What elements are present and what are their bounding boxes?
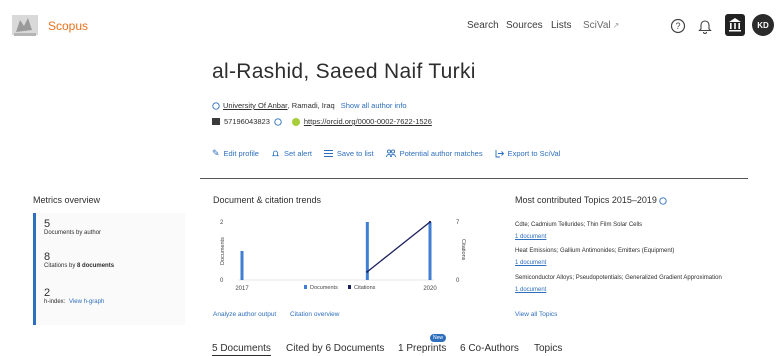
tab-preprints[interactable]: 1 Preprints — [398, 343, 446, 354]
edit-profile-button[interactable]: ✎ Edit profile — [212, 148, 259, 159]
tab-documents[interactable]: 5 Documents — [212, 343, 271, 356]
nav-search[interactable]: Search — [467, 20, 499, 31]
topic-item-name: Cdte; Cadmium Tellurides; Thin Film Sola… — [515, 222, 643, 228]
export-icon — [495, 150, 504, 158]
h-index-value: 2 — [44, 287, 51, 299]
citations-doc-count: 8 — [77, 263, 81, 269]
citations-count-label: Citations by 8 documents — [44, 263, 114, 269]
metrics-panel: 5 Documents by author 8 Citations by 8 d… — [33, 213, 185, 325]
y-right-tick-label: 7 — [456, 220, 460, 226]
institution-small-icon — [212, 101, 220, 110]
bell-icon[interactable] — [696, 17, 714, 35]
citations-point — [428, 220, 432, 224]
documents-count: 5 — [44, 218, 51, 230]
affiliation-location: , Ramadi, Iraq — [287, 101, 335, 110]
citations-count: 8 — [44, 251, 51, 263]
tab-topics[interactable]: Topics — [534, 343, 562, 354]
svg-text:?: ? — [675, 21, 680, 31]
legend-citations-label: Citations — [354, 285, 376, 291]
citations-label-text: Citations by — [44, 263, 76, 269]
institution-icon[interactable] — [725, 14, 745, 36]
set-alert-button[interactable]: Set alert — [271, 148, 312, 159]
y-left-tick-label: 2 — [220, 220, 224, 226]
y-left-tick-label: 0 — [220, 278, 224, 284]
h-index-row: h-index: View h-graph — [44, 299, 104, 305]
h-index-label: h-index: — [44, 299, 66, 305]
people-icon — [385, 149, 396, 158]
y-right-tick-label: 0 — [456, 278, 460, 284]
new-badge: New — [430, 334, 447, 342]
orcid-link[interactable]: https://orcid.org/0000-0002-7622-1526 — [304, 117, 432, 126]
legend-documents-label: Documents — [310, 285, 338, 291]
orcid-icon — [291, 117, 300, 126]
nav-scival[interactable]: SciVal ↗ — [583, 20, 619, 31]
nav-sources[interactable]: Sources — [506, 20, 543, 31]
affiliation-row: University Of Anbar , Ramadi, Iraq Show … — [212, 101, 407, 110]
y-right-axis-title: Citations — [460, 239, 466, 261]
x-tick-label: 2020 — [423, 286, 437, 292]
citations-line — [366, 220, 432, 273]
tab-cited-by[interactable]: Cited by 6 Documents — [286, 343, 384, 354]
elsevier-logo-icon[interactable] — [10, 12, 40, 38]
chart-title: Document & citation trends — [213, 195, 322, 205]
info-icon[interactable] — [274, 117, 282, 126]
x-tick-label: 2017 — [235, 286, 249, 292]
nav-lists[interactable]: Lists — [551, 20, 572, 31]
documents-bar — [240, 251, 244, 280]
bell-outline-icon — [271, 150, 280, 157]
view-all-topics-link[interactable]: View all Topics — [515, 311, 557, 318]
user-avatar[interactable]: KD — [752, 14, 774, 36]
show-all-author-info-link[interactable]: Show all author info — [341, 101, 407, 110]
topics-title-text: Most contributed Topics 2015–2019 — [515, 195, 657, 205]
citation-overview-link[interactable]: Citation overview — [290, 311, 340, 318]
edit-profile-label: Edit profile — [223, 149, 259, 158]
topic-item-document-link[interactable]: 1 document — [515, 287, 546, 293]
documents-count-label: Documents by author — [44, 230, 102, 236]
export-to-scival-label: Export to SciVal — [507, 149, 561, 158]
top-header: Scopus Search Sources Lists SciVal ↗ ? KD — [0, 0, 781, 52]
scopus-author-id: 57196043823 — [224, 117, 270, 126]
documents-bars — [240, 222, 432, 280]
author-name: al-Rashid, Saeed Naif Turki — [212, 60, 476, 83]
save-to-list-label: Save to list — [336, 149, 374, 158]
y-left-axis-title: Documents — [220, 237, 226, 265]
author-actions: ✎ Edit profile Set alert Save to list Po… — [212, 148, 560, 159]
citations-point — [366, 270, 369, 273]
topic-item-name: Semiconductor Alloys; Pseudopotentials; … — [515, 275, 722, 281]
topic-item-document-link[interactable]: 1 document — [515, 234, 546, 240]
topics-info-icon[interactable] — [659, 196, 668, 205]
citations-series-line — [366, 221, 431, 273]
potential-author-matches-label: Potential author matches — [399, 149, 483, 158]
id-card-icon — [212, 118, 220, 125]
legend-citations-swatch — [348, 285, 351, 289]
trend-chart[interactable]: 0 2 0 7 Documents Citations 2017 2020 Documents C… — [212, 212, 482, 302]
legend-documents-swatch — [304, 285, 307, 289]
external-link-icon: ↗ — [612, 21, 620, 30]
help-icon[interactable]: ? — [669, 17, 687, 35]
analyze-author-output-link[interactable]: Analyze author output — [213, 311, 276, 318]
save-to-list-button[interactable]: Save to list — [323, 148, 374, 159]
export-to-scival-button[interactable]: Export to SciVal — [495, 148, 561, 159]
section-divider — [200, 178, 748, 179]
citations-doc-suffix: documents — [82, 263, 115, 269]
list-icon — [323, 150, 333, 157]
topics-title: Most contributed Topics 2015–2019 — [515, 195, 668, 205]
scopus-logo-text[interactable]: Scopus — [48, 19, 88, 33]
nav-scival-label: SciVal — [583, 20, 611, 31]
potential-author-matches-button[interactable]: Potential author matches — [385, 148, 483, 159]
metrics-overview-title: Metrics overview — [33, 195, 101, 205]
topic-item-document-link[interactable]: 1 document — [515, 260, 546, 266]
view-h-graph-link[interactable]: View h-graph — [69, 299, 104, 305]
documents-bar — [428, 222, 432, 280]
identifier-row: 57196043823 https://orcid.org/0000-0002-… — [212, 117, 432, 126]
pencil-icon: ✎ — [212, 148, 220, 158]
affiliation-link[interactable]: University Of Anbar — [223, 101, 288, 110]
set-alert-label: Set alert — [283, 149, 312, 158]
tab-co-authors[interactable]: 6 Co-Authors — [460, 343, 519, 354]
topic-item-name: Heat Emissions; Gallium Antimonides; Emi… — [515, 248, 675, 254]
